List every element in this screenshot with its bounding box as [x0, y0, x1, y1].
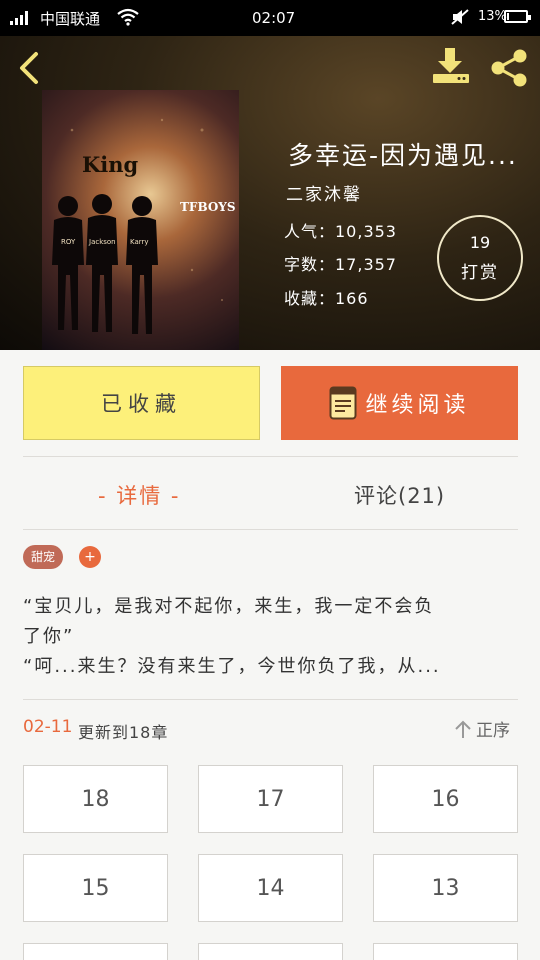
carrier-name: 中国联通 [40, 10, 101, 28]
wifi-icon [116, 8, 140, 30]
cover-name: ROY [61, 238, 76, 246]
reward-label: 打赏 [461, 263, 499, 283]
book-author[interactable]: 二家沐馨 [286, 180, 362, 205]
cover-silhouettes [52, 118, 223, 334]
saved-button[interactable]: 已收藏 [23, 366, 260, 440]
chevron-left-icon [20, 52, 38, 84]
description-line: “呵...来生？没有来生了，今世你负了我，从... [23, 656, 441, 677]
description-line: 了你” [23, 626, 75, 647]
cover-name: Karry [130, 238, 149, 246]
clock: 02:07 [252, 9, 296, 27]
chapter-button[interactable] [198, 943, 343, 960]
chapter-button[interactable] [373, 943, 518, 960]
download-icon [433, 48, 469, 83]
chapter-button[interactable]: 15 [23, 854, 168, 922]
reward-button[interactable]: 19 打赏 [437, 215, 523, 301]
chapter-button[interactable]: 18 [23, 765, 168, 833]
continue-reading-label: 继续阅读 [365, 393, 470, 418]
chapter-button[interactable] [23, 943, 168, 960]
chapter-button[interactable]: 17 [198, 765, 343, 833]
saved-label: 已收藏 [101, 392, 182, 416]
book-header: King TFBOYS ROY Jackson Karry 多幸运-因为遇见..… [0, 36, 540, 350]
mute-icon [450, 8, 470, 30]
popularity: 人气：10,353 [284, 222, 397, 241]
book-description[interactable]: “宝贝儿，是我对不起你，来生，我一定不会负 了你” “呵...来生？没有来生了，… [23, 592, 518, 682]
continue-reading-button[interactable]: 继续阅读 [281, 366, 518, 440]
divider [23, 456, 518, 457]
share-icon [491, 49, 527, 87]
signal-icon [10, 11, 28, 25]
book-title: 多幸运-因为遇见... [288, 141, 518, 170]
sort-label: 正序 [476, 721, 510, 741]
back-button[interactable] [14, 48, 44, 88]
word-count: 字数：17,357 [284, 255, 397, 274]
cover-name: Jackson [89, 238, 116, 246]
share-button[interactable] [488, 48, 530, 88]
tag-badge[interactable]: 甜宠 [23, 545, 64, 569]
download-button[interactable] [430, 46, 472, 86]
battery-percent: 13% [478, 9, 507, 24]
add-tag-button[interactable]: + [79, 546, 101, 568]
tab-detail[interactable]: - 详情 - [98, 480, 181, 510]
divider [23, 529, 518, 530]
status-bar: 中国联通 02:07 13% [0, 0, 540, 36]
description-line: “宝贝儿，是我对不起你，来生，我一定不会负 [23, 596, 435, 617]
arrow-up-icon [455, 720, 471, 738]
sort-toggle[interactable]: 正序 [454, 716, 510, 741]
reward-count: 19 [469, 233, 491, 252]
tab-comments[interactable]: 评论(21) [354, 480, 445, 510]
favorites-count: 收藏：166 [284, 289, 369, 308]
chapter-button[interactable]: 16 [373, 765, 518, 833]
chapter-button[interactable]: 14 [198, 854, 343, 922]
battery-icon [504, 10, 531, 23]
chapter-button[interactable]: 13 [373, 854, 518, 922]
book-cover[interactable]: King TFBOYS ROY Jackson Karry [42, 90, 239, 350]
divider [23, 699, 518, 700]
update-text: 更新到18章 [78, 723, 169, 742]
cover-group: TFBOYS [180, 200, 236, 214]
update-date: 02-11 [23, 717, 73, 737]
book-icon [329, 386, 357, 420]
cover-title: King [82, 152, 139, 177]
